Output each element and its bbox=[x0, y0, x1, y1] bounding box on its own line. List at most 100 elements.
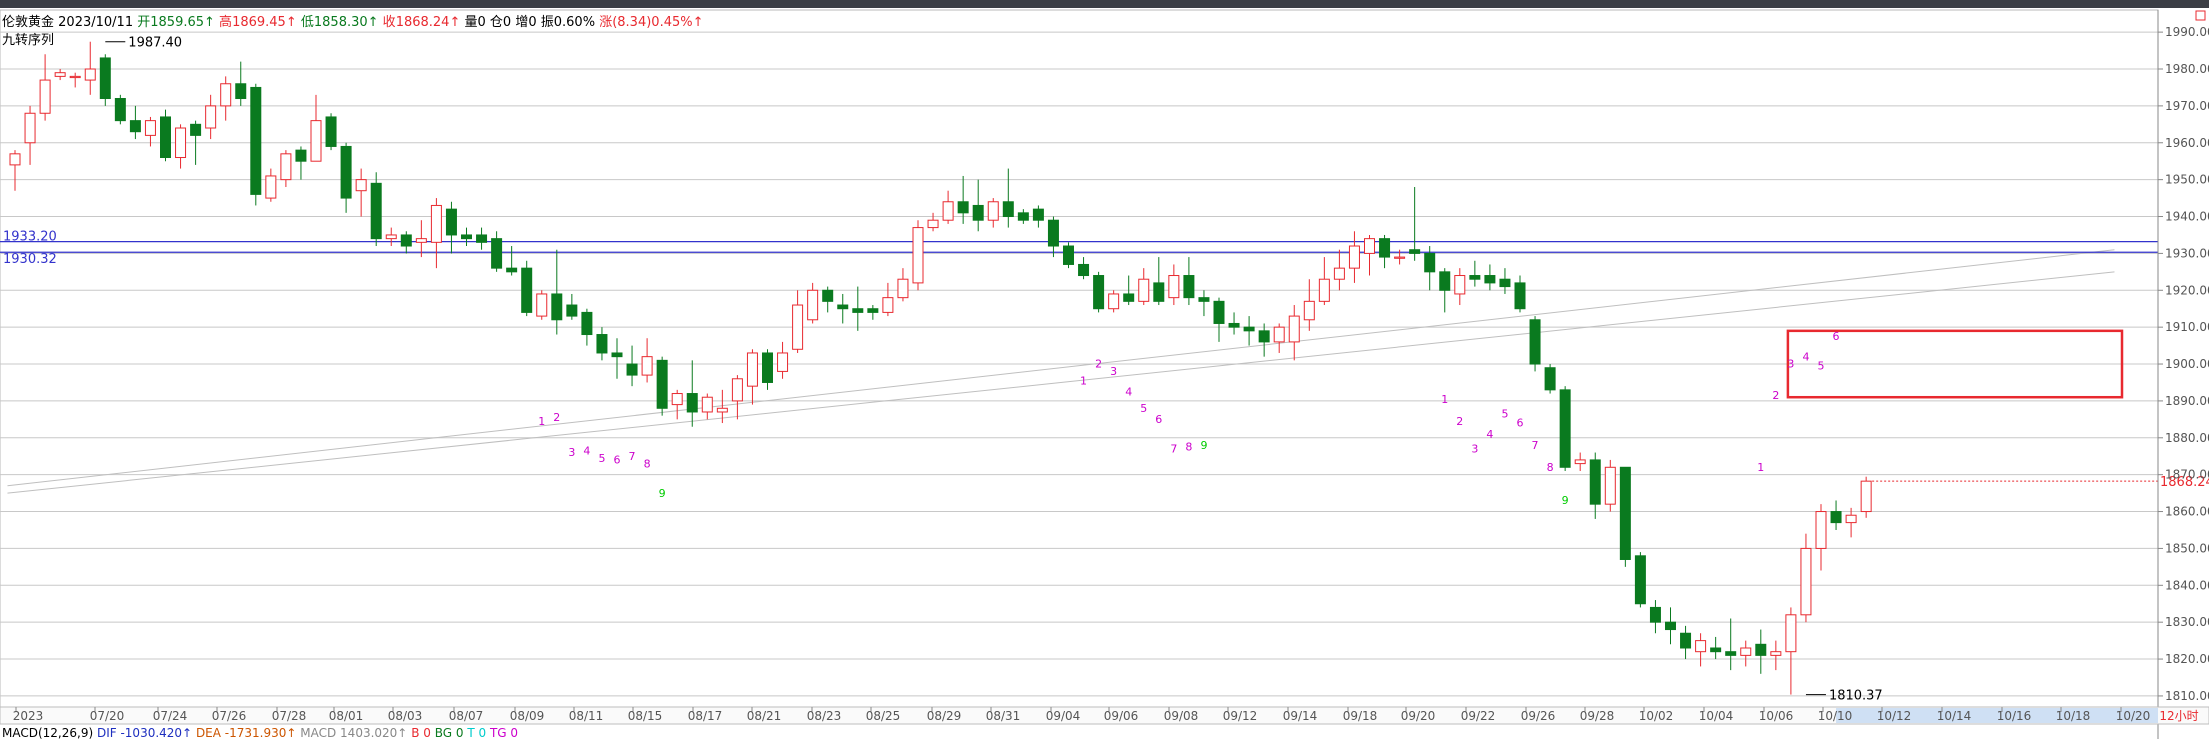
td-count-label: 6 bbox=[1517, 417, 1524, 430]
candle-up bbox=[1168, 275, 1180, 299]
candle-down bbox=[1243, 326, 1255, 332]
candle-up bbox=[1333, 267, 1345, 280]
candle-down bbox=[400, 234, 412, 247]
plot-frame bbox=[0, 9, 2159, 708]
y-tick-label: 1900.00 bbox=[2165, 357, 2209, 371]
candle-down bbox=[1379, 238, 1391, 258]
candle-up bbox=[280, 153, 292, 181]
candle-up bbox=[1785, 614, 1797, 653]
open-value: 1859.65↑ bbox=[150, 15, 215, 30]
td-count-label: 1 bbox=[1441, 393, 1448, 406]
candle-down bbox=[1680, 632, 1692, 649]
candle-down bbox=[1830, 511, 1842, 524]
candle-up bbox=[415, 238, 427, 243]
candle-up bbox=[24, 112, 36, 144]
candle-down bbox=[1589, 459, 1601, 505]
macd-tg: TG 0 bbox=[489, 726, 519, 740]
td-count-label: 4 bbox=[1486, 428, 1493, 441]
high-label: 高 bbox=[219, 15, 233, 30]
high-value: 1869.45↑ bbox=[232, 15, 297, 30]
candle-down bbox=[1559, 389, 1571, 468]
candlestick-chart[interactable]: 1933.201930.32 1 23 45 6 7891234567 8 91234567… bbox=[0, 0, 2209, 739]
td-count-label: 8 bbox=[1547, 461, 1554, 474]
candle-up bbox=[536, 293, 548, 317]
price-grid bbox=[0, 9, 2159, 708]
candle-up bbox=[1695, 640, 1707, 653]
y-tick-label: 1810.00 bbox=[2165, 689, 2209, 703]
td-count-label: 3 bbox=[1787, 358, 1794, 371]
low-value: 1858.30↑ bbox=[313, 15, 379, 30]
candle-down bbox=[1198, 297, 1210, 302]
candle-down bbox=[1213, 300, 1225, 324]
candle-down bbox=[99, 57, 111, 100]
candle-up bbox=[175, 127, 187, 159]
x-tick-label: 09/04 bbox=[1046, 709, 1081, 723]
td-count-label: 2 bbox=[553, 411, 560, 424]
candle-up bbox=[144, 120, 156, 136]
x-tick-label: 10/02 bbox=[1639, 709, 1674, 723]
y-tick-label: 1850.00 bbox=[2165, 541, 2209, 555]
candle-down bbox=[340, 145, 352, 199]
candle-up bbox=[1740, 647, 1752, 656]
x-tick-label: 07/28 bbox=[272, 709, 307, 723]
td-count-label: 5 bbox=[1501, 408, 1508, 421]
x-tick-label: 08/01 bbox=[329, 709, 364, 723]
candle-up bbox=[265, 175, 277, 199]
candle-up bbox=[897, 278, 909, 299]
candle-down bbox=[837, 304, 849, 310]
candle-up bbox=[942, 201, 954, 221]
td-count-label: 6 bbox=[1155, 413, 1162, 426]
candle-down bbox=[1725, 651, 1737, 656]
candle-up bbox=[1800, 547, 1812, 616]
candle-up bbox=[1138, 278, 1150, 302]
candle-up bbox=[1303, 300, 1315, 321]
macd-bg: BG 0 bbox=[434, 726, 464, 740]
candle-down bbox=[611, 352, 623, 358]
candle-up bbox=[777, 352, 789, 372]
candle-down bbox=[370, 182, 382, 240]
candle-up bbox=[54, 72, 66, 77]
x-tick-label: 10/04 bbox=[1699, 709, 1734, 723]
x-tick-label: 08/23 bbox=[807, 709, 842, 723]
macd-dea: DEA -1731.930↑ bbox=[195, 726, 297, 740]
candle-up bbox=[792, 304, 804, 350]
candle-up bbox=[220, 83, 232, 107]
x-tick-label: 07/20 bbox=[90, 709, 125, 723]
td-count-label: 1 bbox=[1757, 461, 1764, 474]
x-tick-label: 07/26 bbox=[212, 709, 247, 723]
candle-down bbox=[1078, 263, 1090, 277]
candle-up bbox=[701, 396, 713, 413]
x-tick-label: 10/20 bbox=[2116, 709, 2151, 723]
annotation-label: 1987.40 bbox=[128, 36, 182, 51]
td-count-label: 6 bbox=[1833, 330, 1840, 343]
td-count-label: 2 bbox=[1095, 358, 1102, 371]
candle-down bbox=[1424, 252, 1436, 273]
td-sequence-labels: 1 23 45 6 7891234567 8 9123456789123456 bbox=[538, 330, 1839, 507]
increase-value: 增0 bbox=[515, 15, 537, 30]
x-tick-label: 10/16 bbox=[1997, 709, 2032, 723]
candle-down bbox=[1002, 201, 1014, 218]
candle-down bbox=[1499, 278, 1511, 288]
td-count-label: 1 bbox=[538, 415, 545, 428]
y-tick-label: 1880.00 bbox=[2165, 431, 2209, 445]
candle-down bbox=[1032, 208, 1044, 221]
y-tick-label: 1830.00 bbox=[2165, 615, 2209, 629]
candle-down bbox=[1439, 271, 1451, 291]
candle-down bbox=[1123, 293, 1135, 302]
macd-t: T 0 bbox=[467, 726, 487, 740]
candle-down bbox=[190, 123, 202, 136]
y-tick-label: 1980.00 bbox=[2165, 62, 2209, 76]
candle-up bbox=[1273, 326, 1285, 343]
y-tick-label: 1970.00 bbox=[2165, 99, 2209, 113]
td-count-label: 4 bbox=[1802, 350, 1809, 363]
td-count-label: 4 bbox=[583, 444, 590, 457]
x-tick-label: 09/28 bbox=[1580, 709, 1615, 723]
candle-down bbox=[1183, 275, 1195, 299]
x-tick-label: 08/25 bbox=[866, 709, 901, 723]
td-count-label: 4 bbox=[1125, 385, 1132, 398]
x-tick-label: 08/07 bbox=[449, 709, 484, 723]
x-tick-label: 07/24 bbox=[153, 709, 188, 723]
y-tick-label: 1950.00 bbox=[2165, 173, 2209, 187]
x-tick-label: 10/18 bbox=[2056, 709, 2091, 723]
candle-down bbox=[1063, 245, 1074, 265]
